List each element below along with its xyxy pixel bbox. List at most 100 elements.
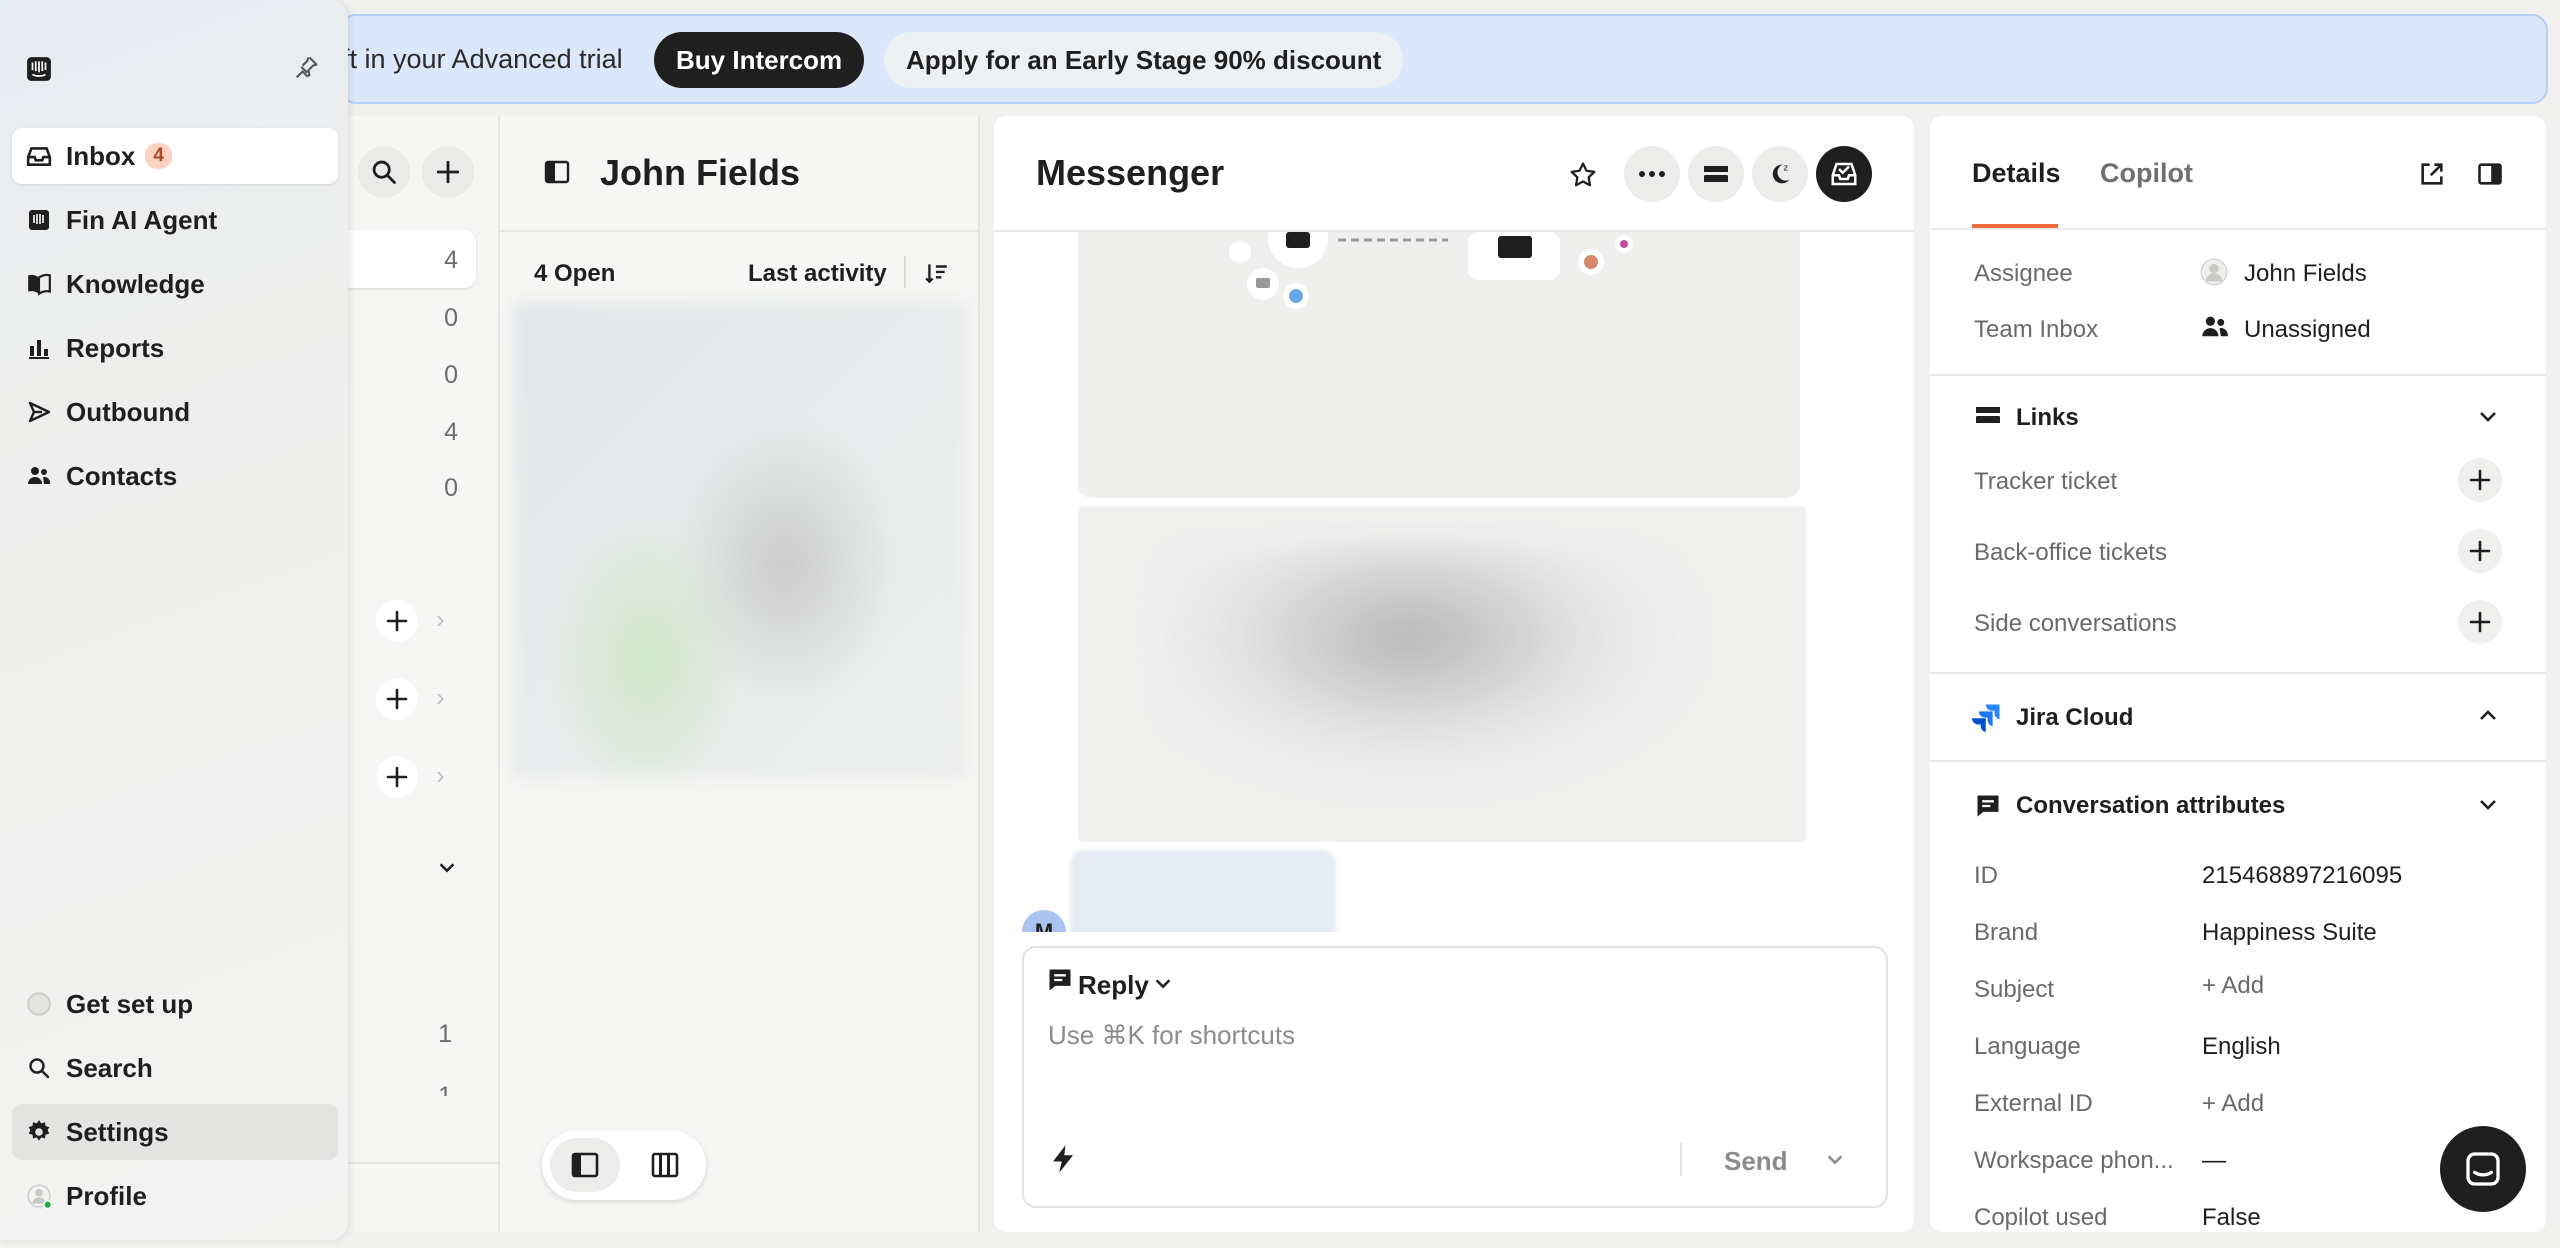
book-icon <box>26 272 52 296</box>
send-button[interactable]: Send <box>1724 1146 1788 1177</box>
inbox-count: 1 <box>438 1020 452 1048</box>
sidebar-item-get-set-up[interactable]: Get set up <box>12 976 338 1032</box>
conversation-list: John Fields 4 Open Last activity <box>500 116 980 1232</box>
lightning-icon[interactable] <box>1050 1144 1076 1174</box>
sidebar-item-search[interactable]: Search <box>12 1040 338 1096</box>
main-navigation-sidebar: Inbox 4 Fin AI Agent Knowledge Reports O… <box>0 0 348 1240</box>
chevron-down-icon[interactable] <box>1152 972 1174 994</box>
early-stage-discount-button[interactable]: Apply for an Early Stage 90% discount <box>884 32 1404 88</box>
list-title: John Fields <box>600 152 801 193</box>
more-options-button[interactable] <box>1624 146 1680 202</box>
send-icon <box>26 400 52 424</box>
chevron-down-icon[interactable] <box>2476 792 2500 816</box>
sidebar-item-label: Settings <box>66 1116 169 1147</box>
chevron-right-icon[interactable]: › <box>436 682 445 713</box>
sidebar-item-knowledge[interactable]: Knowledge <box>12 256 338 312</box>
snooze-button[interactable]: z <box>1752 146 1808 202</box>
avatar-icon <box>26 1182 52 1210</box>
assignee-value[interactable]: John Fields <box>2244 260 2367 288</box>
star-icon[interactable] <box>1568 160 1598 190</box>
sidebar-item-outbound[interactable]: Outbound <box>12 384 338 440</box>
open-filter[interactable]: 4 Open <box>534 260 615 288</box>
jira-icon <box>1972 702 2002 732</box>
sidebar-item-profile[interactable]: Profile <box>12 1168 338 1224</box>
add-tracker-ticket-button[interactable] <box>2458 458 2502 502</box>
chevron-down-icon[interactable] <box>2476 404 2500 428</box>
links-section-title[interactable]: Links <box>2016 404 2079 432</box>
open-external-icon[interactable] <box>2418 160 2446 188</box>
divider <box>1930 228 2546 230</box>
add-inbox-button[interactable] <box>376 756 418 798</box>
attributes-section-title[interactable]: Conversation attributes <box>2016 792 2285 820</box>
add-back-office-ticket-button[interactable] <box>2458 529 2502 573</box>
search-inbox-button[interactable] <box>358 146 410 198</box>
toggle-sidebar-icon[interactable] <box>2476 160 2504 188</box>
intercom-logo-icon[interactable] <box>26 56 52 82</box>
ellipsis-icon <box>1638 170 1666 178</box>
sidebar-item-label: Fin AI Agent <box>66 204 218 235</box>
conversation-preview-blurred[interactable] <box>512 302 966 778</box>
sidebar-item-label: Inbox <box>66 140 136 171</box>
divider <box>1930 760 2546 762</box>
divider <box>500 230 978 232</box>
team-inbox-value[interactable]: Unassigned <box>2244 316 2371 344</box>
layout-single-button[interactable] <box>550 1138 620 1192</box>
add-external-id-button[interactable]: + Add <box>2202 1090 2264 1118</box>
ticket-icon <box>1974 404 2002 426</box>
jira-section-title[interactable]: Jira Cloud <box>2016 704 2133 732</box>
attribute-value[interactable]: Happiness Suite <box>2202 919 2377 947</box>
chat-launcher-icon <box>2463 1149 2503 1189</box>
reply-composer[interactable]: Reply Use ⌘K for shortcuts Send <box>1022 946 1888 1208</box>
assignee-label: Assignee <box>1974 260 2073 287</box>
tab-copilot[interactable]: Copilot <box>2100 158 2193 189</box>
chevron-down-icon[interactable] <box>1824 1148 1846 1170</box>
columns-icon <box>651 1152 679 1178</box>
add-inbox-button[interactable] <box>376 678 418 720</box>
add-inbox-button[interactable] <box>376 600 418 642</box>
sidebar-item-fin-ai-agent[interactable]: Fin AI Agent <box>12 192 338 248</box>
chevron-up-icon[interactable] <box>2476 704 2500 728</box>
chevron-down-icon[interactable] <box>436 856 458 878</box>
message-image-blurred[interactable] <box>1078 506 1806 842</box>
chevron-right-icon[interactable]: › <box>436 760 445 791</box>
sidebar-item-label: Get set up <box>66 988 194 1019</box>
avatar: M <box>1022 910 1066 932</box>
chevron-right-icon[interactable]: › <box>436 604 445 635</box>
trial-banner: ft in your Advanced trial Buy Intercom A… <box>340 14 2548 104</box>
pin-icon[interactable] <box>292 54 320 82</box>
layout-toggle <box>542 1130 706 1200</box>
side-conversations-label: Side conversations <box>1974 610 2177 637</box>
people-icon <box>2200 314 2230 340</box>
svg-text:z: z <box>1784 163 1789 173</box>
tab-details[interactable]: Details <box>1972 158 2061 189</box>
sidebar-item-inbox[interactable]: Inbox 4 <box>12 128 338 184</box>
reply-mode-dropdown[interactable]: Reply <box>1078 970 1149 1001</box>
layout-columns-button[interactable] <box>630 1138 700 1192</box>
sidebar-item-label: Profile <box>66 1180 147 1211</box>
attribute-value[interactable]: English <box>2202 1033 2281 1061</box>
messenger-launcher-button[interactable] <box>2440 1126 2526 1212</box>
ticket-button[interactable] <box>1688 146 1744 202</box>
sidebar-item-contacts[interactable]: Contacts <box>12 448 338 504</box>
sidebar-item-label: Contacts <box>66 460 178 491</box>
close-conversation-button[interactable] <box>1816 146 1872 202</box>
inbox-count: 0 <box>444 474 458 502</box>
sidebar-item-reports[interactable]: Reports <box>12 320 338 376</box>
sort-dropdown[interactable]: Last activity <box>748 260 887 288</box>
buy-intercom-button[interactable]: Buy Intercom <box>654 32 865 88</box>
sort-order-icon[interactable] <box>924 260 950 286</box>
new-conversation-button[interactable] <box>422 146 474 198</box>
divider <box>340 1162 498 1164</box>
composer-input[interactable]: Use ⌘K for shortcuts <box>1048 1020 1295 1051</box>
plus-icon <box>2468 610 2492 634</box>
gear-icon <box>26 1119 52 1145</box>
sidebar-item-settings[interactable]: Settings <box>12 1104 338 1160</box>
message-image[interactable] <box>1078 232 1800 498</box>
add-subject-button[interactable]: + Add <box>2202 972 2264 1000</box>
attribute-label: ID <box>1974 862 1998 889</box>
collapse-panel-icon[interactable] <box>544 160 570 184</box>
attribute-value: — <box>2202 1147 2226 1174</box>
plus-icon <box>435 159 461 185</box>
add-side-conversation-button[interactable] <box>2458 600 2502 644</box>
attribute-value: 215468897216095 <box>2202 862 2403 889</box>
